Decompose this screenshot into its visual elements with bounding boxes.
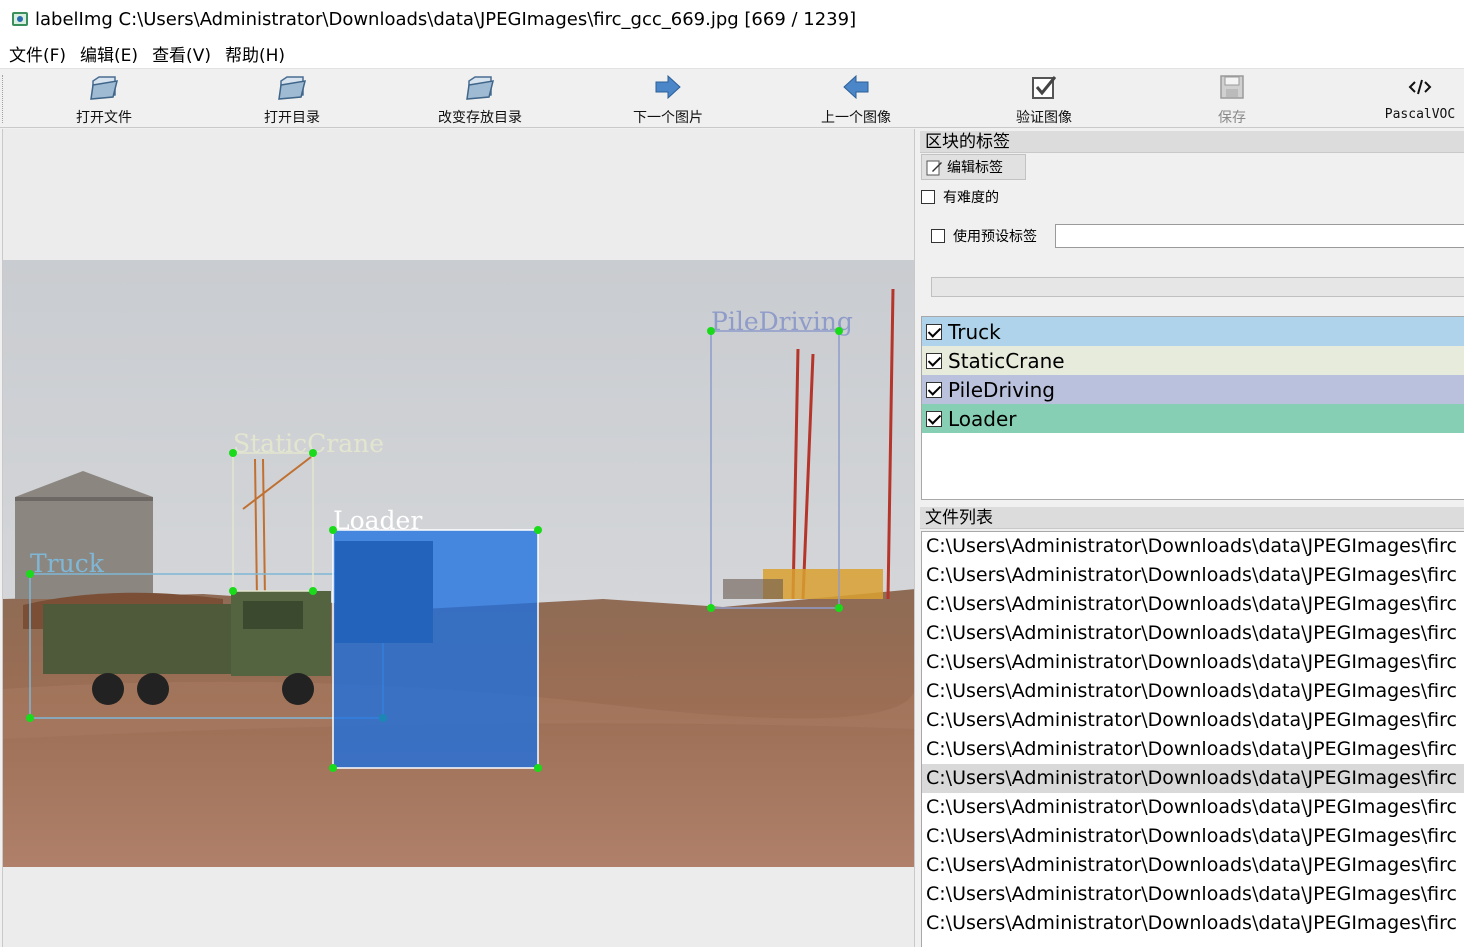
file-list-title: 文件列表 (920, 507, 1464, 529)
difficult-checkbox[interactable] (921, 190, 935, 204)
label-list-item[interactable]: StaticCrane (922, 346, 1464, 375)
annotation-canvas[interactable]: Truck StaticCrane PileDriving Loader (3, 129, 914, 947)
change-save-dir-button[interactable]: 改变存放目录 (405, 71, 555, 127)
label-visibility-checkbox[interactable] (926, 381, 942, 398)
menu-help[interactable]: 帮助(H) (218, 41, 292, 66)
box-label-truck: Truck (30, 549, 105, 578)
label-list-item[interactable]: PileDriving (922, 375, 1464, 404)
file-list-item[interactable]: C:\Users\Administrator\Downloads\data\JP… (922, 590, 1464, 619)
file-list-item[interactable]: C:\Users\Administrator\Downloads\data\JP… (922, 880, 1464, 909)
save-disk-icon (1216, 71, 1248, 103)
box-label-staticcrane: StaticCrane (233, 429, 384, 458)
image-canvas[interactable]: Truck StaticCrane PileDriving Loader (2, 129, 914, 947)
file-list-item[interactable]: C:\Users\Administrator\Downloads\data\JP… (922, 764, 1464, 793)
file-list-item[interactable]: C:\Users\Administrator\Downloads\data\JP… (922, 822, 1464, 851)
prev-arrow-icon (840, 71, 872, 103)
use-default-label-row[interactable]: 使用预设标签 (931, 226, 1037, 246)
file-list-item[interactable]: C:\Users\Administrator\Downloads\data\JP… (922, 851, 1464, 880)
save-button[interactable]: 保存 (1157, 71, 1307, 127)
file-list-item[interactable]: C:\Users\Administrator\Downloads\data\JP… (922, 619, 1464, 648)
box-label-loader: Loader (333, 506, 422, 535)
open-dir-icon (276, 71, 308, 103)
file-list-item[interactable]: C:\Users\Administrator\Downloads\data\JP… (922, 735, 1464, 764)
file-list-item[interactable]: C:\Users\Administrator\Downloads\data\JP… (922, 793, 1464, 822)
open-file-icon (88, 71, 120, 103)
edit-label-button[interactable]: 编辑标签 (921, 154, 1026, 180)
app-icon (12, 12, 28, 26)
label-list-item-text: Truck (948, 319, 1001, 344)
annotation-box-loader[interactable]: Loader (329, 506, 542, 772)
open-dir-button[interactable]: 打开目录 (217, 71, 367, 127)
label-filter-combo[interactable] (931, 277, 1464, 297)
file-list[interactable]: C:\Users\Administrator\Downloads\data\JP… (921, 531, 1464, 947)
file-list-item[interactable]: C:\Users\Administrator\Downloads\data\JP… (922, 532, 1464, 561)
label-visibility-checkbox[interactable] (926, 352, 942, 369)
change-save-dir-icon (464, 71, 496, 103)
difficult-checkbox-row[interactable]: 有难度的 (921, 187, 999, 207)
file-list-item[interactable]: C:\Users\Administrator\Downloads\data\JP… (922, 648, 1464, 677)
label-list-item-text: PileDriving (948, 377, 1055, 402)
file-list-item[interactable]: C:\Users\Administrator\Downloads\data\JP… (922, 677, 1464, 706)
menu-view[interactable]: 查看(V) (145, 41, 218, 66)
label-visibility-checkbox[interactable] (926, 410, 942, 427)
toolbar-grip[interactable] (2, 75, 5, 123)
menu-edit[interactable]: 编辑(E) (73, 41, 145, 66)
title-bar: labelImg C:\Users\Administrator\Download… (0, 0, 1464, 38)
next-arrow-icon (652, 71, 684, 103)
box-labels-title: 区块的标签 (920, 131, 1464, 153)
toolbar: 打开文件 打开目录 改变存放目录 下一个图片 上一个图像 验证图像 保存 Pas… (0, 68, 1464, 128)
label-list[interactable]: Truck StaticCrane PileDriving Loader (921, 316, 1464, 500)
prev-image-button[interactable]: 上一个图像 (781, 71, 931, 127)
format-pascalvoc-button[interactable]: PascalVOC (1345, 71, 1464, 127)
verify-image-button[interactable]: 验证图像 (969, 71, 1119, 127)
box-label-piledriving: PileDriving (711, 307, 853, 336)
menu-file[interactable]: 文件(F) (2, 41, 73, 66)
open-file-button[interactable]: 打开文件 (29, 71, 179, 127)
file-list-item[interactable]: C:\Users\Administrator\Downloads\data\JP… (922, 909, 1464, 938)
label-list-item-text: Loader (948, 406, 1017, 431)
right-dock: 区块的标签 编辑标签 有难度的 使用预设标签 Truck StaticCrane P… (920, 129, 1464, 947)
verify-check-icon (1028, 71, 1060, 103)
label-list-item[interactable]: Loader (922, 404, 1464, 433)
file-list-item[interactable]: C:\Users\Administrator\Downloads\data\JP… (922, 561, 1464, 590)
labelimg-window: labelImg C:\Users\Administrator\Download… (0, 0, 1464, 947)
window-title: labelImg C:\Users\Administrator\Download… (35, 8, 857, 30)
menu-bar: 文件(F) 编辑(E) 查看(V) 帮助(H) (0, 38, 1464, 68)
format-code-icon (1404, 71, 1436, 103)
label-list-item-text: StaticCrane (948, 348, 1065, 373)
use-default-label-checkbox[interactable] (931, 229, 945, 243)
default-label-input[interactable] (1055, 224, 1464, 248)
next-image-button[interactable]: 下一个图片 (593, 71, 743, 127)
file-list-item[interactable]: C:\Users\Administrator\Downloads\data\JP… (922, 706, 1464, 735)
label-visibility-checkbox[interactable] (926, 323, 942, 340)
label-list-item[interactable]: Truck (922, 317, 1464, 346)
edit-pencil-icon (926, 160, 942, 175)
